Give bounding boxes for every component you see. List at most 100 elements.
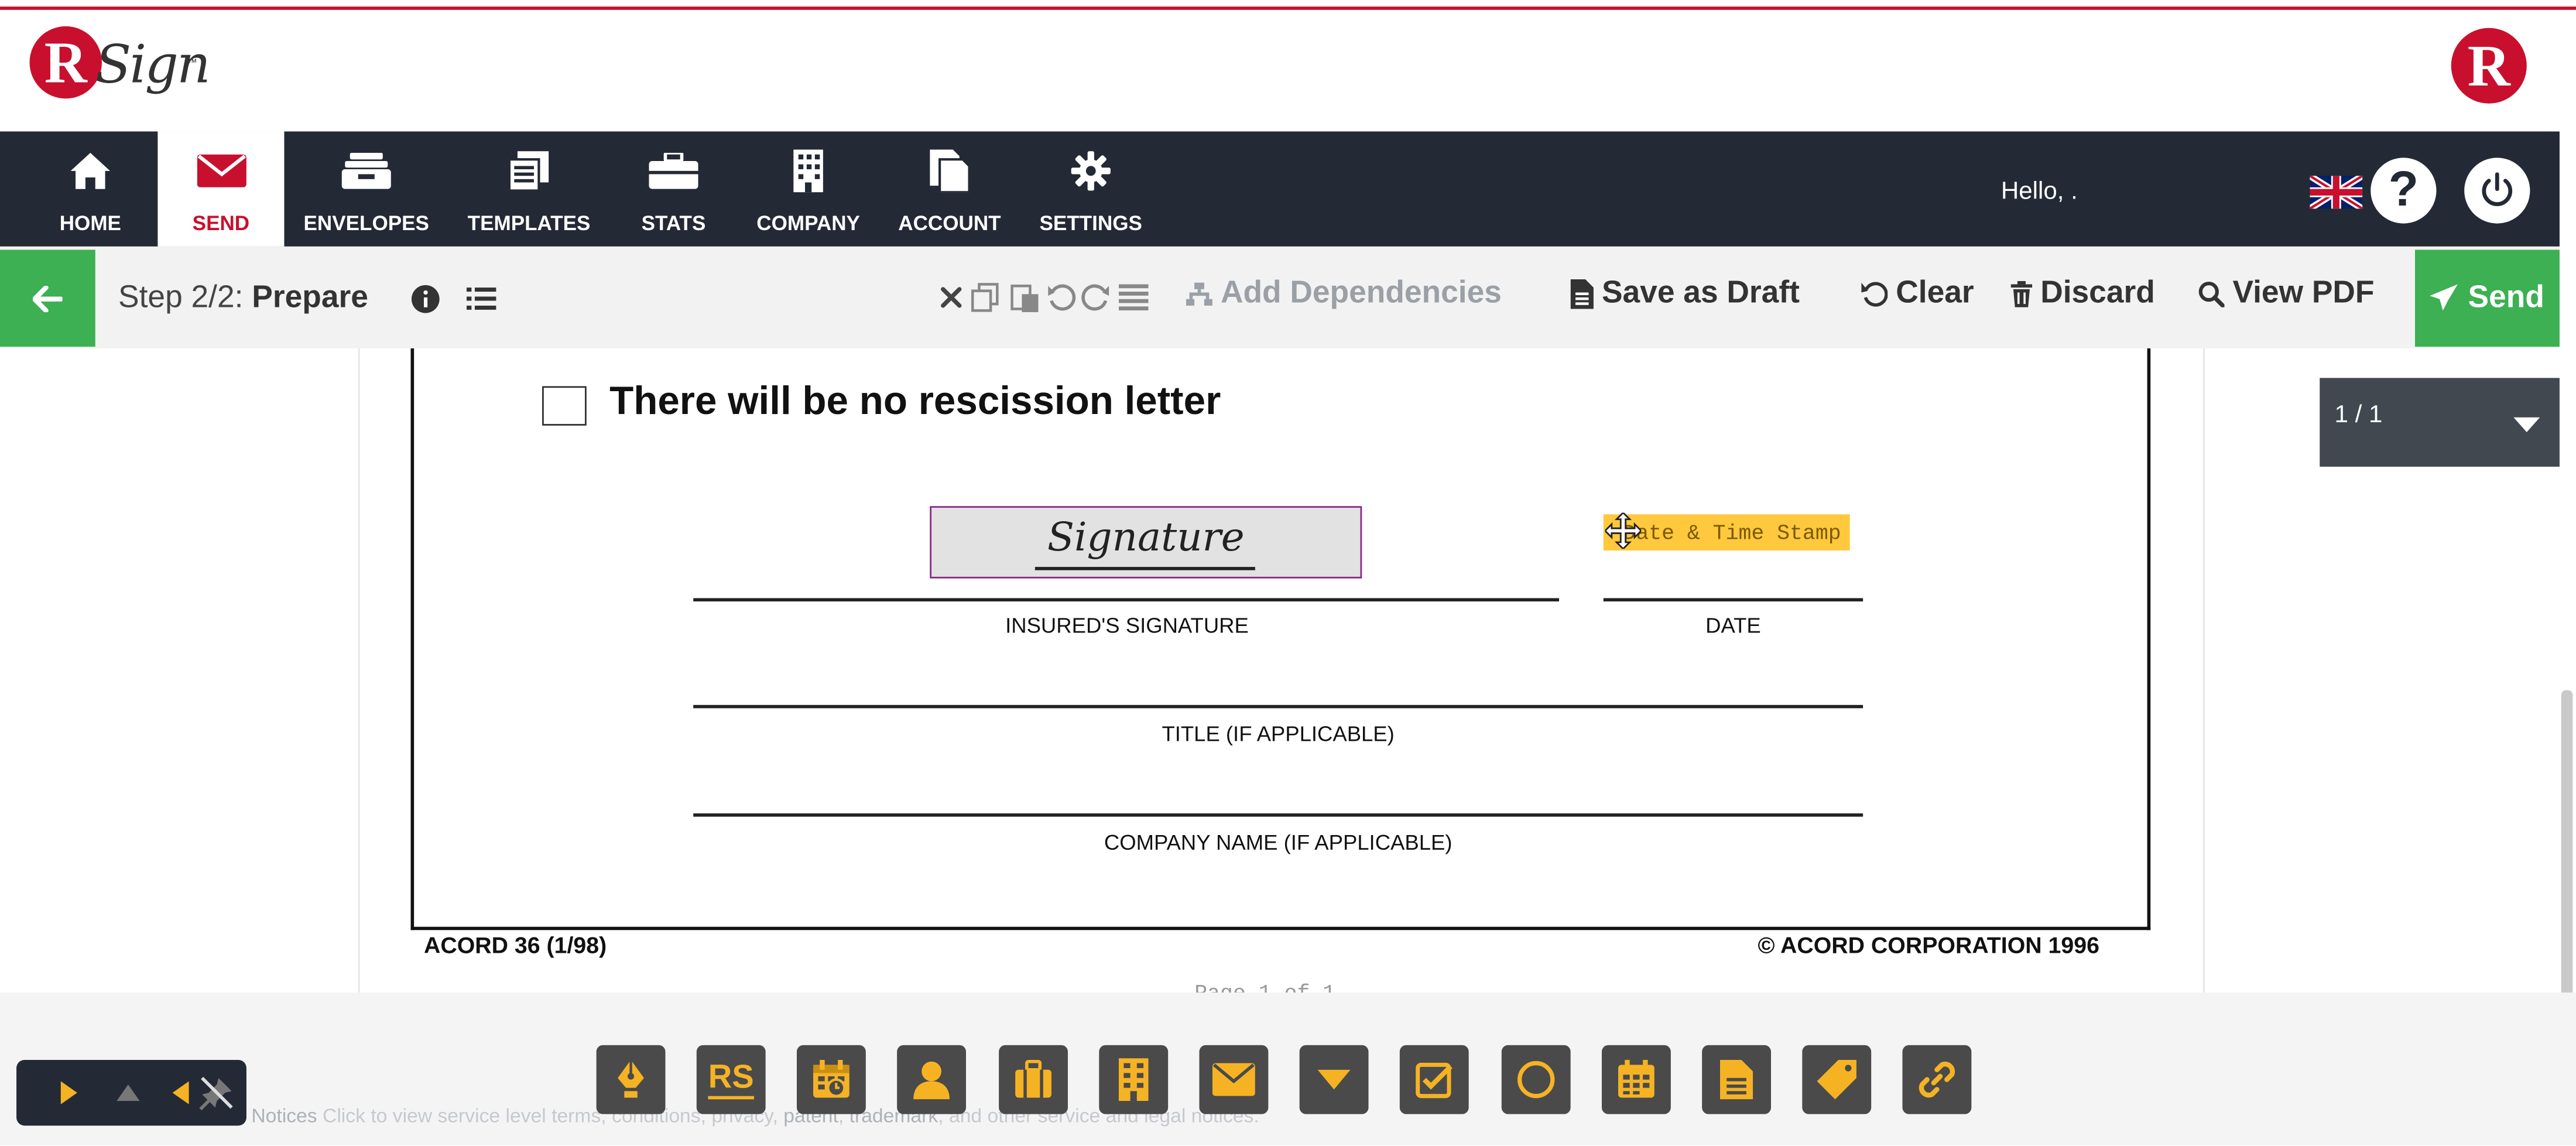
briefcase-icon xyxy=(1015,1059,1051,1098)
undo-icon[interactable] xyxy=(1046,283,1076,321)
nav-send[interactable]: SEND xyxy=(157,131,285,247)
unpin-icon[interactable] xyxy=(199,1073,235,1112)
help-button[interactable]: ? xyxy=(2371,158,2437,224)
user-greeting: Hello, . xyxy=(2000,177,2078,206)
refresh-icon xyxy=(1861,282,1888,307)
nav-home[interactable]: HOME xyxy=(30,131,152,246)
label-control[interactable] xyxy=(1802,1045,1872,1114)
play-icon[interactable] xyxy=(51,1073,87,1112)
signature-field[interactable]: Signature xyxy=(930,506,1362,579)
back-button[interactable] xyxy=(0,249,95,347)
send-button[interactable]: Send xyxy=(2414,249,2560,347)
trash-icon xyxy=(2010,280,2033,307)
logout-button[interactable] xyxy=(2464,158,2530,224)
briefcase-icon xyxy=(624,148,722,194)
top-accent-line xyxy=(0,6,2576,10)
nav-settings[interactable]: SETTINGS xyxy=(1032,131,1150,246)
inbox-icon xyxy=(296,148,437,194)
align-icon[interactable] xyxy=(1118,284,1149,319)
caret-down-icon xyxy=(2513,417,2540,433)
building-icon xyxy=(749,148,868,194)
arrow-left-icon xyxy=(33,285,63,312)
uk-flag-icon[interactable] xyxy=(2308,173,2365,212)
view-pdf-button[interactable]: View PDF xyxy=(2198,276,2375,312)
view-pdf-label: View PDF xyxy=(2232,276,2375,311)
nav-label: ACCOUNT xyxy=(898,211,1001,235)
sitemap-icon xyxy=(1186,282,1212,306)
nav-label: TEMPLATES xyxy=(467,211,591,235)
clear-label: Clear xyxy=(1896,276,1974,311)
calendar-clock-icon xyxy=(813,1059,849,1098)
signature-field-label: Signature xyxy=(1047,514,1245,560)
company-name-line xyxy=(693,813,1864,816)
date-stamp-control[interactable] xyxy=(796,1045,866,1114)
person-icon xyxy=(913,1061,950,1100)
form-code: ACORD 36 (1/98) xyxy=(423,932,607,958)
nav-label: COMPANY xyxy=(756,211,860,235)
document-icon xyxy=(1720,1059,1753,1100)
account-icon xyxy=(890,148,1009,194)
company-name-label: COMPANY NAME (IF APPLICABLE) xyxy=(1104,830,1453,855)
discard-button[interactable]: Discard xyxy=(2010,276,2155,312)
text-control[interactable] xyxy=(1702,1045,1771,1114)
date-control[interactable] xyxy=(1601,1045,1671,1114)
delete-icon[interactable] xyxy=(940,286,962,317)
signature-control[interactable] xyxy=(596,1045,666,1114)
main-navbar: HOME SEND ENVELOPES TEMPLATES STATS COMP… xyxy=(0,131,2560,247)
list-icon[interactable] xyxy=(466,286,496,320)
hyperlink-control[interactable] xyxy=(1902,1045,1972,1114)
logo-trademark: ™ xyxy=(187,59,197,69)
company-control[interactable] xyxy=(1099,1045,1169,1114)
file-icon xyxy=(1570,279,1594,309)
envelope-icon xyxy=(157,148,284,194)
save-draft-button[interactable]: Save as Draft xyxy=(1570,276,1800,312)
rs-initials-icon: RS xyxy=(708,1060,754,1100)
nav-label: HOME xyxy=(59,211,121,235)
info-icon[interactable] xyxy=(411,284,441,322)
radio-control[interactable] xyxy=(1501,1045,1571,1114)
arrow-up-icon[interactable] xyxy=(110,1073,146,1112)
nav-account[interactable]: ACCOUNT xyxy=(890,131,1009,246)
nav-envelopes[interactable]: ENVELOPES xyxy=(296,131,437,246)
nav-company[interactable]: COMPANY xyxy=(749,131,868,246)
email-control[interactable] xyxy=(1199,1045,1269,1114)
caret-down-icon xyxy=(1317,1069,1351,1090)
page-selector-value: 1 / 1 xyxy=(2334,401,2383,429)
page-selector[interactable]: 1 / 1 xyxy=(2320,378,2560,467)
page-scrollbar[interactable] xyxy=(2561,690,2573,1035)
signature-line xyxy=(693,598,1560,601)
power-icon xyxy=(2482,172,2513,206)
clear-button[interactable]: Clear xyxy=(1861,276,1974,312)
envelope-icon xyxy=(1212,1063,1255,1096)
checkbox-control[interactable] xyxy=(1399,1045,1469,1114)
title-line xyxy=(693,704,1864,708)
initials-control[interactable]: RS xyxy=(696,1045,766,1114)
paste-icon[interactable] xyxy=(1010,283,1040,321)
nav-templates[interactable]: TEMPLATES xyxy=(460,131,598,246)
signature-underline xyxy=(1034,567,1255,570)
copyright-notice: © ACORD CORPORATION 1996 xyxy=(1758,932,2099,958)
step-name: Prepare xyxy=(252,280,368,316)
copy-icon[interactable] xyxy=(971,283,1001,321)
date-time-stamp-label: Date & Time Stamp xyxy=(1623,521,1841,546)
date-line xyxy=(1603,598,1864,601)
nav-label: STATS xyxy=(641,211,706,235)
title-label: TITLE (IF APPLICABLE) xyxy=(1162,721,1395,746)
arrow-left-icon[interactable] xyxy=(163,1073,199,1112)
add-dependencies-button[interactable]: Add Dependencies xyxy=(1186,276,1502,312)
dropdown-control[interactable] xyxy=(1299,1045,1369,1114)
search-icon xyxy=(2198,281,2225,307)
building-icon xyxy=(1118,1058,1149,1101)
discard-label: Discard xyxy=(2040,276,2155,311)
name-control[interactable] xyxy=(897,1045,966,1114)
rescission-text: There will be no rescission letter xyxy=(609,379,1221,424)
rsign-logo[interactable]: R Sign ™ xyxy=(29,23,211,121)
app-root: R Sign ™ R HOME SEND ENVELOPES TEMPLATES… xyxy=(0,0,2576,1145)
title-control[interactable] xyxy=(999,1045,1068,1114)
nav-stats[interactable]: STATS xyxy=(624,131,722,246)
redo-icon[interactable] xyxy=(1081,283,1111,321)
templates-icon xyxy=(460,148,598,194)
add-dependencies-label: Add Dependencies xyxy=(1220,276,1502,311)
logo-mark: R xyxy=(29,26,102,99)
save-draft-label: Save as Draft xyxy=(1601,276,1800,311)
